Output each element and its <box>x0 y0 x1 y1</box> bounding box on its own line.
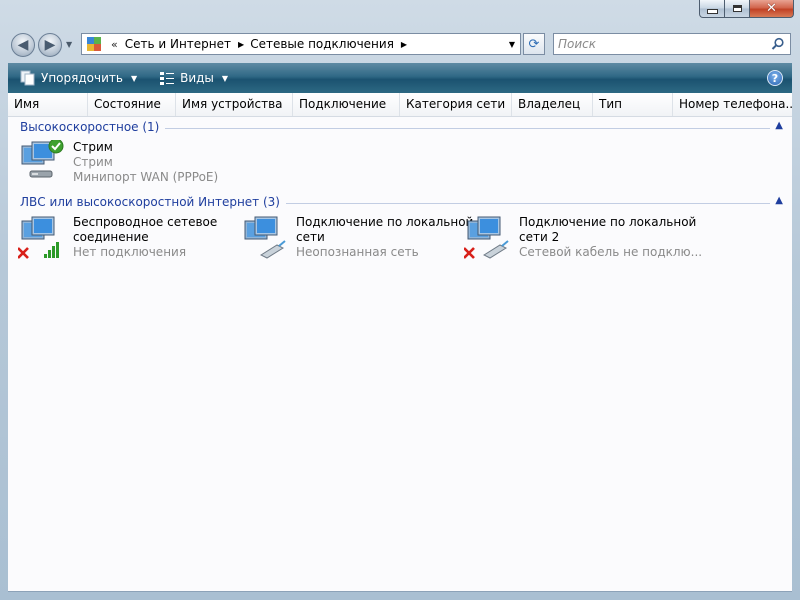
connection-name-line2: сети 2 <box>519 230 560 244</box>
breadcrumb-network-internet[interactable]: Сеть и Интернет <box>125 37 231 51</box>
lan-connection-icon <box>244 216 286 259</box>
column-header-network-category[interactable]: Категория сети <box>400 93 512 116</box>
maximize-icon <box>732 5 742 12</box>
search-input[interactable] <box>558 35 758 53</box>
back-button[interactable]: ◀ <box>11 33 35 57</box>
broadband-connection-icon <box>21 140 64 178</box>
connection-status: Сетевой кабель не подклю... <box>519 245 703 259</box>
collapse-chevron-icon[interactable]: ▲ <box>775 195 783 206</box>
breadcrumb-network-connections[interactable]: Сетевые подключения <box>250 37 394 51</box>
connection-item-lan-2[interactable]: Подключение по локальной сети 2 Сетевой … <box>458 215 702 263</box>
column-header-type[interactable]: Тип <box>593 93 673 116</box>
command-bar: Упорядочить ▼ Виды ▼ ? <box>8 63 792 93</box>
minimize-button[interactable] <box>699 0 725 18</box>
connection-name-line2: сети <box>296 230 325 244</box>
connection-device-type: Стрим <box>73 155 113 169</box>
breadcrumb-separator-icon[interactable]: ▶ <box>401 40 407 49</box>
connection-name: Подключение по локальной <box>296 215 474 229</box>
close-button[interactable]: ✕ <box>750 0 794 18</box>
connection-item-lan[interactable]: Подключение по локальной сети Неопознанн… <box>235 215 473 263</box>
collapse-chevron-icon[interactable]: ▲ <box>775 120 783 131</box>
window-bottom-border <box>8 591 792 592</box>
views-label: Виды <box>180 71 214 85</box>
breadcrumb-overflow[interactable]: « <box>111 38 118 51</box>
search-box[interactable] <box>553 33 791 55</box>
breadcrumb-separator-icon[interactable]: ▶ <box>238 40 244 49</box>
connection-name-line2: соединение <box>73 230 149 244</box>
window-frame: ✕ ◀ ▶ ▼ « Сеть и Интернет ▶ Сетевые подк… <box>0 0 800 600</box>
help-icon: ? <box>771 71 779 85</box>
connection-device-name: Минипорт WAN (PPPoE) <box>73 170 219 184</box>
views-dropdown-icon[interactable]: ▼ <box>222 74 228 83</box>
column-header-status[interactable]: Состояние <box>88 93 176 116</box>
close-icon: ✕ <box>766 1 777 16</box>
search-icon[interactable] <box>771 37 785 51</box>
group-title: Высокоскоростное (1) <box>20 120 166 134</box>
connection-name: Стрим <box>73 140 113 154</box>
minimize-icon <box>706 9 718 14</box>
column-header-connection[interactable]: Подключение <box>293 93 400 116</box>
recent-pages-dropdown[interactable]: ▼ <box>66 40 72 49</box>
address-dropdown-icon[interactable]: ▼ <box>504 34 520 54</box>
connection-status: Неопознанная сеть <box>296 245 419 259</box>
back-arrow-icon: ◀ <box>17 37 29 53</box>
column-header-owner[interactable]: Владелец <box>512 93 593 116</box>
wireless-connection-icon <box>18 216 59 259</box>
views-button[interactable]: Виды ▼ <box>155 66 232 90</box>
group-header-highspeed[interactable]: Высокоскоростное (1) ▲ <box>8 120 792 136</box>
column-header-phone[interactable]: Номер телефона... <box>673 93 792 116</box>
connection-status: Нет подключения <box>73 245 187 259</box>
connection-item-wireless[interactable]: Беспроводное сетевое соединение Нет подк… <box>12 215 234 263</box>
refresh-button[interactable]: ⟳ <box>523 33 545 55</box>
file-list: Имя Состояние Имя устройства Подключение… <box>8 93 792 591</box>
control-panel-icon <box>87 37 101 51</box>
organize-button[interactable]: Упорядочить ▼ <box>16 66 141 90</box>
column-header-name[interactable]: Имя <box>8 93 88 116</box>
caption-buttons: ✕ <box>699 0 794 19</box>
organize-label: Упорядочить <box>41 71 123 85</box>
organize-dropdown-icon: ▼ <box>130 73 138 83</box>
column-header-device-name[interactable]: Имя устройства <box>176 93 293 116</box>
help-button[interactable]: ? <box>767 70 783 86</box>
maximize-button[interactable] <box>725 0 750 18</box>
group-header-lan[interactable]: ЛВС или высокоскоростной Интернет (3) ▲ <box>8 195 792 211</box>
address-bar[interactable]: « Сеть и Интернет ▶ Сетевые подключения … <box>81 33 521 55</box>
connection-name: Подключение по локальной <box>519 215 697 229</box>
group-title: ЛВС или высокоскоростной Интернет (3) <box>20 195 286 209</box>
forward-arrow-icon: ▶ <box>44 37 56 53</box>
organize-icon <box>20 70 35 86</box>
views-icon <box>160 72 175 85</box>
column-headers: Имя Состояние Имя устройства Подключение… <box>8 93 792 117</box>
connection-name: Беспроводное сетевое <box>73 215 218 229</box>
lan-connection-icon <box>464 216 509 259</box>
connection-item-strim[interactable]: Стрим Стрим Минипорт WAN (PPPoE) <box>12 140 234 188</box>
forward-button[interactable]: ▶ <box>38 33 62 57</box>
refresh-icon: ⟳ <box>528 36 540 52</box>
